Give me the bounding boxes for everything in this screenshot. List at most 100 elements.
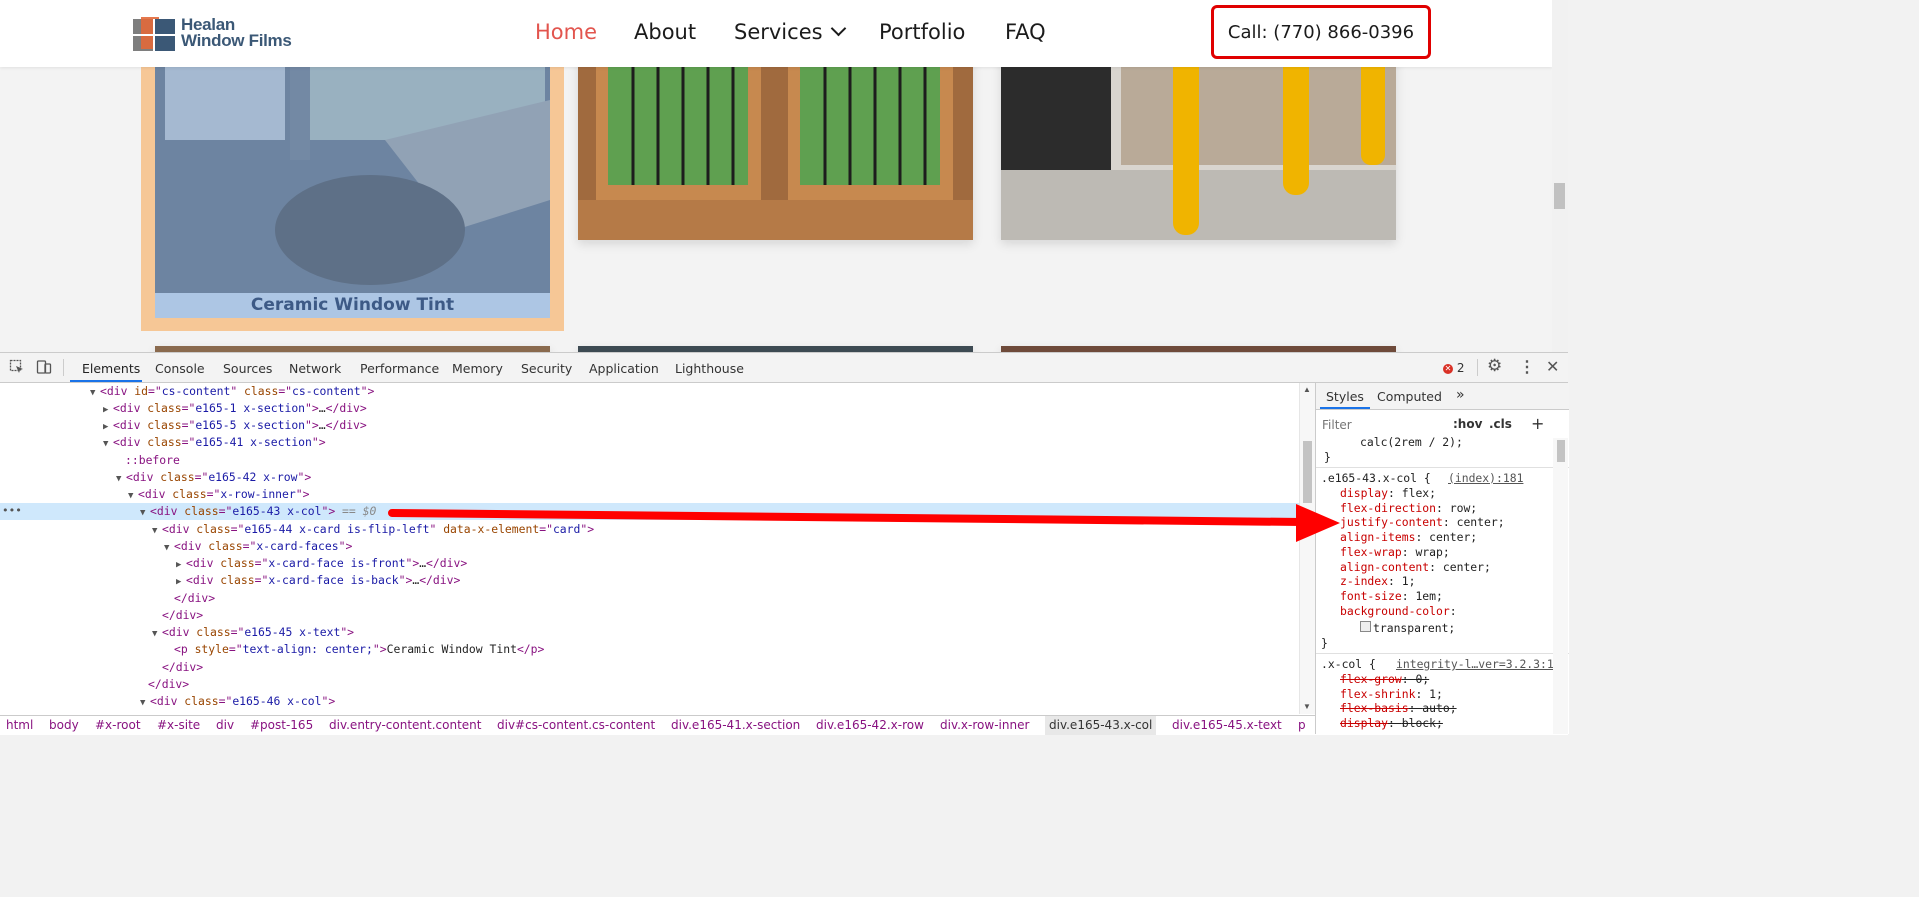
tab-network[interactable]: Network [289,361,341,376]
css-property[interactable]: flex-basis: auto; [1340,701,1457,716]
dom-line-1[interactable]: ▶ <div class="e165-1 x-section">…</div> [0,400,1299,417]
dom-line-11[interactable]: ▶ <div class="x-card-face is-back">…</div… [0,572,1299,589]
tab-performance[interactable]: Performance [360,361,439,376]
rule1-selector[interactable]: .e165-43.x-col { [1321,471,1431,486]
rule2-source-link[interactable]: integrity-l…ver=3.2.3:1 [1396,657,1554,671]
css-property[interactable]: align-content: center; [1340,560,1491,575]
dom-line-3[interactable]: ▼ <div class="e165-41 x-section"> [0,434,1299,451]
breadcrumb-item[interactable]: div.e165-41.x-section [671,718,800,732]
tab-application[interactable]: Application [589,361,659,376]
bg-value-row[interactable]: transparent; [1360,621,1455,636]
styles-filter-input[interactable] [1320,415,1444,435]
nav-portfolio[interactable]: Portfolio [879,20,965,44]
nav-home[interactable]: Home [535,20,597,44]
scroll-down-icon[interactable]: ▼ [1303,702,1311,711]
rule2-selector[interactable]: .x-col { [1321,657,1376,672]
css-property[interactable]: flex-direction: row; [1340,501,1477,516]
elements-tree[interactable]: ▼ <div id="cs-content" class="cs-content"… [0,383,1299,714]
breadcrumb-item[interactable]: html [6,718,33,732]
add-rule-button[interactable]: + [1531,414,1544,433]
breadcrumb-item[interactable]: #post-165 [250,718,313,732]
css-property[interactable]: background-color: [1340,604,1463,619]
more-tabs-icon[interactable]: » [1456,387,1465,403]
breadcrumb-item[interactable]: #x-site [157,718,200,732]
breadcrumb-item[interactable]: div.e165-43.x-col [1045,716,1157,735]
tab-memory[interactable]: Memory [452,361,503,376]
css-property[interactable]: flex-grow: 0; [1340,672,1429,687]
dom-line-16[interactable]: </div> [0,659,1299,676]
dom-line-5[interactable]: ▼ <div class="e165-42 x-row"> [0,469,1299,486]
rule1-source-link[interactable]: (index):181 [1448,471,1523,485]
css-property[interactable]: flex-shrink: 1; [1340,687,1443,702]
css-property[interactable]: flex-wrap: wrap; [1340,545,1450,560]
css-property-name: display [1340,716,1389,731]
tab-lighthouse[interactable]: Lighthouse [675,361,744,376]
css-property-name: align-items [1340,530,1416,545]
tab-console[interactable]: Console [155,361,205,376]
close-icon[interactable]: ✕ [1546,357,1562,376]
styles-scrollbar-thumb[interactable] [1557,440,1565,462]
tab-styles[interactable]: Styles [1326,389,1364,404]
scroll-up-icon[interactable]: ▲ [1303,385,1311,394]
inspect-element-icon[interactable] [9,359,25,375]
tab-elements[interactable]: Elements [82,361,140,376]
dom-token: </div> [426,556,468,570]
call-button[interactable]: Call: (770) 866-0396 [1211,5,1431,59]
device-toolbar-icon[interactable] [36,359,52,375]
elements-scrollbar[interactable]: ▲ ▼ [1299,383,1315,714]
dom-line-6[interactable]: ▼ <div class="x-row-inner"> [0,486,1299,503]
breadcrumb-item[interactable]: div.e165-45.x-text [1172,718,1282,732]
site-logo[interactable]: Healan Window Films [131,13,301,55]
color-swatch[interactable] [1360,621,1371,632]
dom-line-18[interactable]: ▼ <div class="e165-46 x-col"> [0,693,1299,710]
dom-line-9[interactable]: ▼ <div class="x-card-faces"> [0,538,1299,555]
dom-line-10[interactable]: ▶ <div class="x-card-face is-front">…</di… [0,555,1299,572]
dom-line-0[interactable]: ▼ <div id="cs-content" class="cs-content"… [0,383,1299,400]
breadcrumb-item[interactable]: div#cs-content.cs-content [497,718,655,732]
dom-line-13[interactable]: </div> [0,607,1299,624]
expand-triangle-icon[interactable]: ▶ [176,574,186,591]
breadcrumb-item[interactable]: body [49,718,79,732]
dom-line-12[interactable]: </div> [0,590,1299,607]
dom-line-17[interactable]: </div> [0,676,1299,693]
elements-scrollbar-thumb[interactable] [1303,441,1312,503]
dom-line-selected[interactable]: ▼ <div class="e165-43 x-col"> == $0 [0,503,1299,520]
breadcrumb-item[interactable]: div [216,718,234,732]
breadcrumb-item[interactable]: p [1298,718,1306,732]
dom-line-8[interactable]: ▼ <div class="e165-44 x-card is-flip-left… [0,521,1299,538]
hov-toggle[interactable]: :hov [1453,417,1482,431]
css-property[interactable]: align-items: center; [1340,530,1477,545]
css-property-value: center; [1442,559,1491,574]
page-scrollbar[interactable] [1552,0,1568,352]
nav-services[interactable]: Services [734,20,846,44]
ellipsis-icon[interactable]: ••• [2,504,22,517]
dom-token: "> [311,435,326,449]
tab-security[interactable]: Security [521,361,572,376]
breadcrumb-item[interactable]: div.e165-42.x-row [816,718,924,732]
cls-toggle[interactable]: .cls [1489,417,1512,431]
dom-line-15[interactable]: <p style="text-align: center;">Ceramic W… [0,641,1299,658]
css-property[interactable]: display: flex; [1340,486,1436,501]
breadcrumb-item[interactable]: div.entry-content.content [329,718,481,732]
error-counter[interactable]: ✕ 2 [1443,361,1464,375]
breadcrumb-item[interactable]: div.x-row-inner [940,718,1029,732]
tab-sources[interactable]: Sources [223,361,272,376]
nav-faq[interactable]: FAQ [1005,20,1046,44]
dom-line-14[interactable]: ▼ <div class="e165-45 x-text"> [0,624,1299,641]
css-property[interactable]: justify-content: center; [1340,515,1505,530]
expand-triangle-icon[interactable]: ▼ [140,505,150,522]
css-property[interactable]: font-size: 1em; [1340,589,1443,604]
more-options-icon[interactable]: ⋮ [1519,357,1535,376]
gear-icon[interactable]: ⚙ [1487,356,1503,375]
page-scrollbar-thumb[interactable] [1554,183,1565,209]
dom-line-4[interactable]: ::before [0,452,1299,469]
nav-about[interactable]: About [634,20,696,44]
expand-triangle-icon[interactable]: ▼ [103,436,113,453]
css-property[interactable]: z-index: 1; [1340,574,1415,589]
styles-scrollbar[interactable] [1553,438,1568,734]
dom-line-2[interactable]: ▶ <div class="e165-5 x-section">…</div> [0,417,1299,434]
tab-computed[interactable]: Computed [1377,389,1442,404]
css-property[interactable]: display: block; [1340,716,1443,731]
breadcrumb-item[interactable]: #x-root [95,718,141,732]
expand-triangle-icon[interactable]: ▼ [140,695,150,712]
